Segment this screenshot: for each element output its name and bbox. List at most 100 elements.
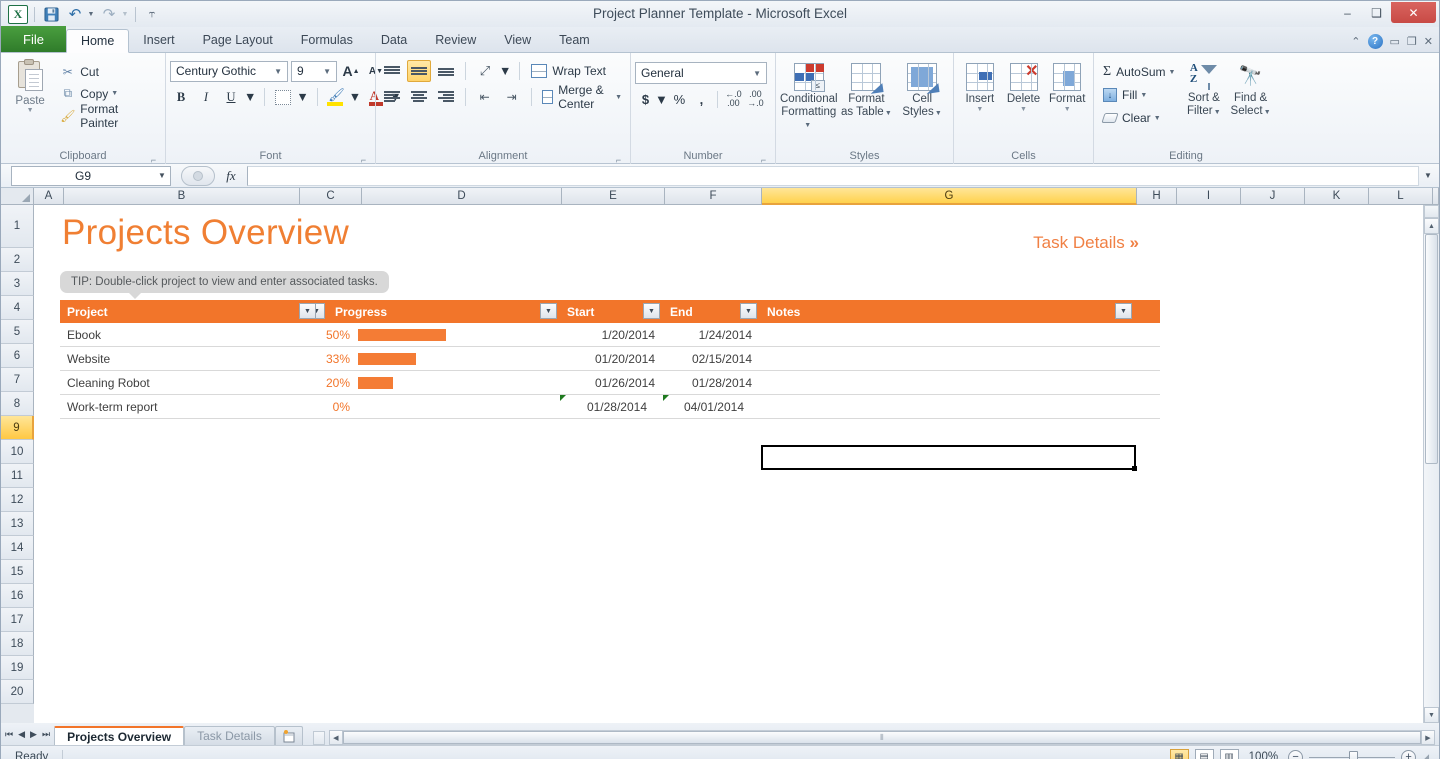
orientation-dropdown-icon[interactable]: ▼ bbox=[498, 60, 512, 82]
insert-cells-button[interactable]: Insert ▼ bbox=[958, 60, 1002, 113]
paste-button[interactable]: Paste ▼ bbox=[5, 58, 55, 114]
column-header-a[interactable]: A bbox=[34, 188, 64, 205]
scroll-down-button[interactable]: ▼ bbox=[1424, 707, 1439, 723]
currency-dropdown-icon[interactable]: ▼ bbox=[655, 88, 668, 110]
align-top-button[interactable] bbox=[380, 60, 404, 82]
filter-dropdown-progress[interactable]: ▼ bbox=[540, 303, 557, 319]
percent-style-button[interactable]: % bbox=[669, 88, 690, 110]
column-header-d[interactable]: D bbox=[362, 188, 562, 205]
number-dialog-launcher-icon[interactable]: ⌐ bbox=[758, 152, 769, 165]
ribbon-tab-data[interactable]: Data bbox=[367, 28, 421, 52]
formula-bar-buttons[interactable] bbox=[181, 165, 215, 186]
name-box[interactable]: G9 ▼ bbox=[11, 165, 171, 186]
fill-handle[interactable] bbox=[1132, 466, 1137, 471]
autosum-dropdown-icon[interactable]: ▼ bbox=[1169, 69, 1176, 76]
clipboard-dialog-launcher-icon[interactable]: ⌐ bbox=[148, 152, 159, 165]
cell-progress-pct[interactable]: 0% bbox=[296, 395, 358, 419]
cell-start[interactable]: 01/20/2014 bbox=[560, 347, 663, 371]
fill-color-dropdown-icon[interactable]: ▼ bbox=[348, 86, 362, 108]
font-size-combobox[interactable]: 9 ▼ bbox=[291, 60, 337, 82]
column-header-h[interactable]: H bbox=[1137, 188, 1177, 205]
wrap-text-button[interactable]: Wrap Text bbox=[527, 60, 610, 82]
column-header-f[interactable]: F bbox=[665, 188, 762, 205]
zoom-slider-thumb[interactable] bbox=[1349, 750, 1359, 759]
fill-dropdown-icon[interactable]: ▼ bbox=[1140, 92, 1147, 99]
close-button[interactable]: ✕ bbox=[1391, 2, 1436, 23]
cell-progress-pct[interactable]: 33% bbox=[296, 347, 358, 371]
borders-dropdown-icon[interactable]: ▼ bbox=[295, 86, 309, 108]
vertical-scrollbar[interactable]: ▲ ▼ bbox=[1423, 205, 1439, 723]
ribbon-tab-page-layout[interactable]: Page Layout bbox=[189, 28, 287, 52]
formula-input[interactable] bbox=[247, 165, 1419, 186]
row-header-7[interactable]: 7 bbox=[1, 368, 34, 392]
delete-cells-button[interactable]: ✕ Delete ▼ bbox=[1002, 60, 1046, 113]
format-cells-button[interactable]: Format ▼ bbox=[1045, 60, 1089, 113]
ribbon-tab-insert[interactable]: Insert bbox=[129, 28, 188, 52]
row-header-12[interactable]: 12 bbox=[1, 488, 34, 512]
excel-app-icon[interactable]: X bbox=[7, 4, 29, 24]
filter-dropdown-start[interactable]: ▼ bbox=[643, 303, 660, 319]
align-left-button[interactable] bbox=[380, 86, 404, 108]
ribbon-tab-home[interactable]: Home bbox=[65, 29, 130, 53]
row-header-13[interactable]: 13 bbox=[1, 512, 34, 536]
prev-sheet-icon[interactable]: ◀ bbox=[18, 729, 25, 740]
zoom-slider-track[interactable] bbox=[1309, 750, 1396, 759]
customize-qat-icon[interactable]: ⥾ bbox=[141, 4, 163, 24]
undo-dropdown-icon[interactable]: ▼ bbox=[86, 4, 96, 24]
column-header-i[interactable]: I bbox=[1177, 188, 1241, 205]
row-header-14[interactable]: 14 bbox=[1, 536, 34, 560]
cell-start[interactable]: 01/26/2014 bbox=[560, 371, 663, 395]
filter-dropdown-progress-c[interactable]: ▼ bbox=[299, 303, 316, 319]
cell-start[interactable]: 01/28/2014 bbox=[560, 394, 663, 419]
row-header-20[interactable]: 20 bbox=[1, 680, 34, 704]
orientation-button[interactable]: ⤢ bbox=[473, 60, 497, 82]
conditional-formatting-button[interactable]: ≤ Conditional Formatting ▼ bbox=[780, 60, 838, 133]
underline-dropdown-icon[interactable]: ▼ bbox=[243, 86, 257, 108]
delete-cells-dropdown-icon[interactable]: ▼ bbox=[1020, 106, 1027, 113]
align-right-button[interactable] bbox=[434, 86, 458, 108]
row-header-2[interactable]: 2 bbox=[1, 248, 34, 272]
row-header-18[interactable]: 18 bbox=[1, 632, 34, 656]
underline-button[interactable]: U bbox=[220, 86, 242, 108]
grow-font-icon[interactable]: A ▲ bbox=[340, 60, 362, 82]
column-header-l[interactable]: L bbox=[1369, 188, 1433, 205]
cell-end[interactable]: 04/01/2014 bbox=[663, 394, 760, 419]
cell-styles-dropdown-icon[interactable]: ▼ bbox=[935, 110, 942, 117]
sheet-tab-projects-overview[interactable]: Projects Overview bbox=[54, 726, 185, 745]
insert-worksheet-icon[interactable] bbox=[274, 726, 303, 745]
cell-progress-bar[interactable] bbox=[358, 395, 560, 419]
format-as-table-button[interactable]: Format as Table ▼ bbox=[840, 60, 894, 120]
column-header-c[interactable]: C bbox=[300, 188, 362, 205]
cell-end[interactable]: 02/15/2014 bbox=[663, 347, 760, 371]
page-break-preview-button[interactable]: ▥ bbox=[1219, 748, 1239, 759]
cell-progress-pct[interactable]: 50% bbox=[296, 323, 358, 347]
align-center-button[interactable] bbox=[407, 86, 431, 108]
resize-grip-icon[interactable]: ◢ bbox=[1422, 752, 1429, 759]
cell-start[interactable]: 1/20/2014 bbox=[560, 323, 663, 347]
next-sheet-icon[interactable]: ▶ bbox=[30, 729, 37, 740]
horizontal-scroll-track[interactable]: ⦀ bbox=[342, 730, 1421, 745]
copy-dropdown-icon[interactable]: ▼ bbox=[111, 90, 118, 97]
alignment-dialog-launcher-icon[interactable]: ⌐ bbox=[613, 152, 624, 165]
font-name-combobox[interactable]: Century Gothic ▼ bbox=[170, 60, 288, 82]
ribbon-tab-team[interactable]: Team bbox=[545, 28, 604, 52]
clear-button[interactable]: Clear ▼ bbox=[1098, 107, 1180, 129]
task-details-link[interactable]: Task Details » bbox=[1033, 233, 1139, 253]
format-as-table-dropdown-icon[interactable]: ▼ bbox=[885, 110, 892, 117]
sheet-canvas[interactable]: Projects Overview Task Details » TIP: Do… bbox=[34, 205, 1439, 723]
minimize-workbook-icon[interactable]: ▭ bbox=[1390, 35, 1400, 48]
sort-filter-button[interactable]: AZ Sort & Filter ▼ bbox=[1180, 59, 1227, 119]
redo-icon[interactable]: ↷ bbox=[98, 4, 120, 24]
row-header-8[interactable]: 8 bbox=[1, 392, 34, 416]
zoom-level-label[interactable]: 100% bbox=[1245, 751, 1282, 759]
format-cells-dropdown-icon[interactable]: ▼ bbox=[1064, 106, 1071, 113]
page-layout-view-button[interactable]: ▤ bbox=[1194, 748, 1214, 759]
selected-cell-outline[interactable] bbox=[761, 445, 1137, 471]
borders-button[interactable] bbox=[272, 86, 294, 108]
scroll-up-button[interactable]: ▲ bbox=[1424, 218, 1439, 234]
align-bottom-button[interactable] bbox=[434, 60, 458, 82]
fill-button[interactable]: ↓ Fill ▼ bbox=[1098, 84, 1180, 106]
cell-project[interactable]: Work-term report bbox=[60, 395, 296, 419]
row-header-3[interactable]: 3 bbox=[1, 272, 34, 296]
filter-dropdown-end[interactable]: ▼ bbox=[740, 303, 757, 319]
